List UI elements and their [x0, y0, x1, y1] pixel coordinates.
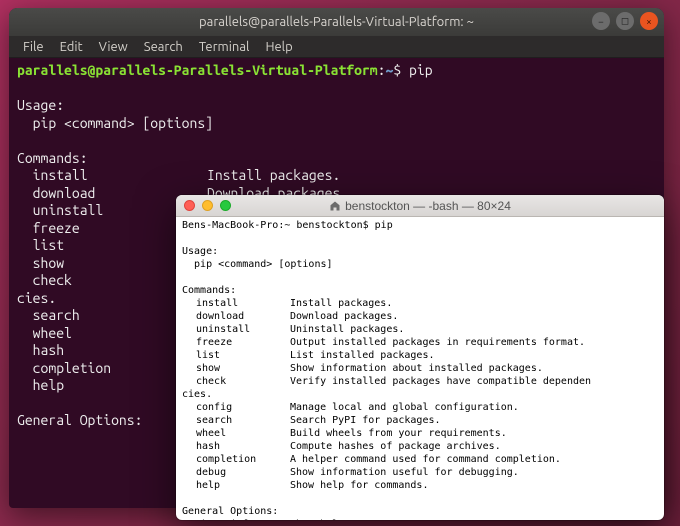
mac-prompt: Bens-MacBook-Pro:~ benstockton$	[182, 220, 375, 231]
command-row: installInstall packages.	[182, 297, 658, 310]
command-row: helpShow help for commands.	[182, 479, 658, 492]
command-row: showShow information about installed pac…	[182, 362, 658, 375]
command-desc: Manage local and global configuration.	[290, 402, 519, 413]
command-name: show	[182, 362, 290, 375]
mac-terminal-content[interactable]: Bens-MacBook-Pro:~ benstockton$ pip Usag…	[176, 217, 664, 520]
usage-line: pip <command> [options]	[17, 115, 213, 131]
command-name: freeze	[182, 336, 290, 349]
general-options-heading: General Options:	[182, 506, 278, 517]
command-desc: Verify installed packages have compatibl…	[290, 376, 591, 387]
mac-window-controls	[184, 200, 231, 211]
command-desc: List installed packages.	[290, 350, 435, 361]
wrap-cies: cies.	[182, 389, 212, 400]
ubuntu-menubar: File Edit View Search Terminal Help	[9, 36, 664, 58]
ubuntu-titlebar[interactable]: parallels@parallels-Parallels-Virtual-Pl…	[9, 8, 664, 36]
prompt-user: parallels@parallels-Parallels-Virtual-Pl…	[17, 62, 378, 78]
command-row: searchSearch PyPI for packages.	[182, 414, 658, 427]
command-desc: Show help for commands.	[290, 480, 428, 491]
command-row: debugShow information useful for debuggi…	[182, 466, 658, 479]
option-flag: -h, --help	[182, 518, 290, 520]
command-name: uninstall	[182, 323, 290, 336]
wrap-cies: cies.	[17, 290, 56, 306]
command-desc: Build wheels from your requirements.	[290, 428, 507, 439]
command-name: list	[182, 349, 290, 362]
command-row: hashCompute hashes of package archives.	[182, 440, 658, 453]
command-name: install	[182, 297, 290, 310]
ubuntu-window-controls: − ◻ ×	[592, 12, 658, 30]
command-name: completion	[182, 453, 290, 466]
command-row: completionA helper command used for comm…	[182, 453, 658, 466]
option-row: -h, --helpShow help.	[182, 518, 658, 520]
menu-help[interactable]: Help	[259, 38, 298, 56]
typed-command: pip	[401, 62, 432, 78]
minimize-button[interactable]: −	[592, 12, 610, 30]
command-desc: Install packages.	[290, 298, 392, 309]
command-row: configManage local and global configurat…	[182, 401, 658, 414]
command-row: uninstallUninstall packages.	[182, 323, 658, 336]
command-row: downloadDownload packages.	[182, 310, 658, 323]
menu-file[interactable]: File	[17, 38, 50, 56]
mac-terminal-window: benstockton — -bash — 80×24 Bens-MacBook…	[176, 195, 664, 520]
menu-search[interactable]: Search	[138, 38, 189, 56]
command-name: install	[17, 167, 207, 185]
command-row: freezeOutput installed packages in requi…	[182, 336, 658, 349]
command-name: search	[182, 414, 290, 427]
command-row: listList installed packages.	[182, 349, 658, 362]
prompt-dollar: $	[393, 62, 401, 78]
close-button[interactable]	[184, 200, 195, 211]
maximize-button[interactable]: ◻	[616, 12, 634, 30]
command-name: help	[182, 479, 290, 492]
command-desc: Install packages.	[207, 167, 340, 183]
close-button[interactable]: ×	[640, 12, 658, 30]
command-desc: Show information about installed package…	[290, 363, 543, 374]
mac-window-title: benstockton — -bash — 80×24	[345, 199, 511, 213]
command-desc: Uninstall packages.	[290, 324, 404, 335]
command-row: wheelBuild wheels from your requirements…	[182, 427, 658, 440]
mac-titlebar[interactable]: benstockton — -bash — 80×24	[176, 195, 664, 217]
option-desc: Show help.	[290, 519, 350, 520]
ubuntu-window-title: parallels@parallels-Parallels-Virtual-Pl…	[199, 15, 474, 29]
command-name: download	[182, 310, 290, 323]
usage-heading: Usage:	[182, 246, 218, 257]
menu-view[interactable]: View	[93, 38, 134, 56]
minimize-button[interactable]	[202, 200, 213, 211]
general-options-heading: General Options:	[17, 412, 142, 428]
command-row: installInstall packages.	[17, 167, 656, 185]
command-desc: Search PyPI for packages.	[290, 415, 441, 426]
home-icon	[329, 200, 341, 212]
command-desc: Compute hashes of package archives.	[290, 441, 501, 452]
command-name: config	[182, 401, 290, 414]
commands-heading: Commands:	[182, 285, 236, 296]
commands-heading: Commands:	[17, 150, 88, 166]
command-desc: Show information useful for debugging.	[290, 467, 519, 478]
mac-typed-command: pip	[375, 220, 393, 231]
command-name: debug	[182, 466, 290, 479]
command-name: check	[182, 375, 290, 388]
usage-line: pip <command> [options]	[182, 259, 333, 270]
command-row: checkVerify installed packages have comp…	[182, 375, 658, 388]
command-name: wheel	[182, 427, 290, 440]
menu-terminal[interactable]: Terminal	[193, 38, 256, 56]
zoom-button[interactable]	[220, 200, 231, 211]
command-desc: Download packages.	[290, 311, 398, 322]
command-desc: Output installed packages in requirement…	[290, 337, 585, 348]
menu-edit[interactable]: Edit	[54, 38, 89, 56]
command-desc: A helper command used for command comple…	[290, 454, 561, 465]
command-name: hash	[182, 440, 290, 453]
usage-heading: Usage:	[17, 97, 64, 113]
